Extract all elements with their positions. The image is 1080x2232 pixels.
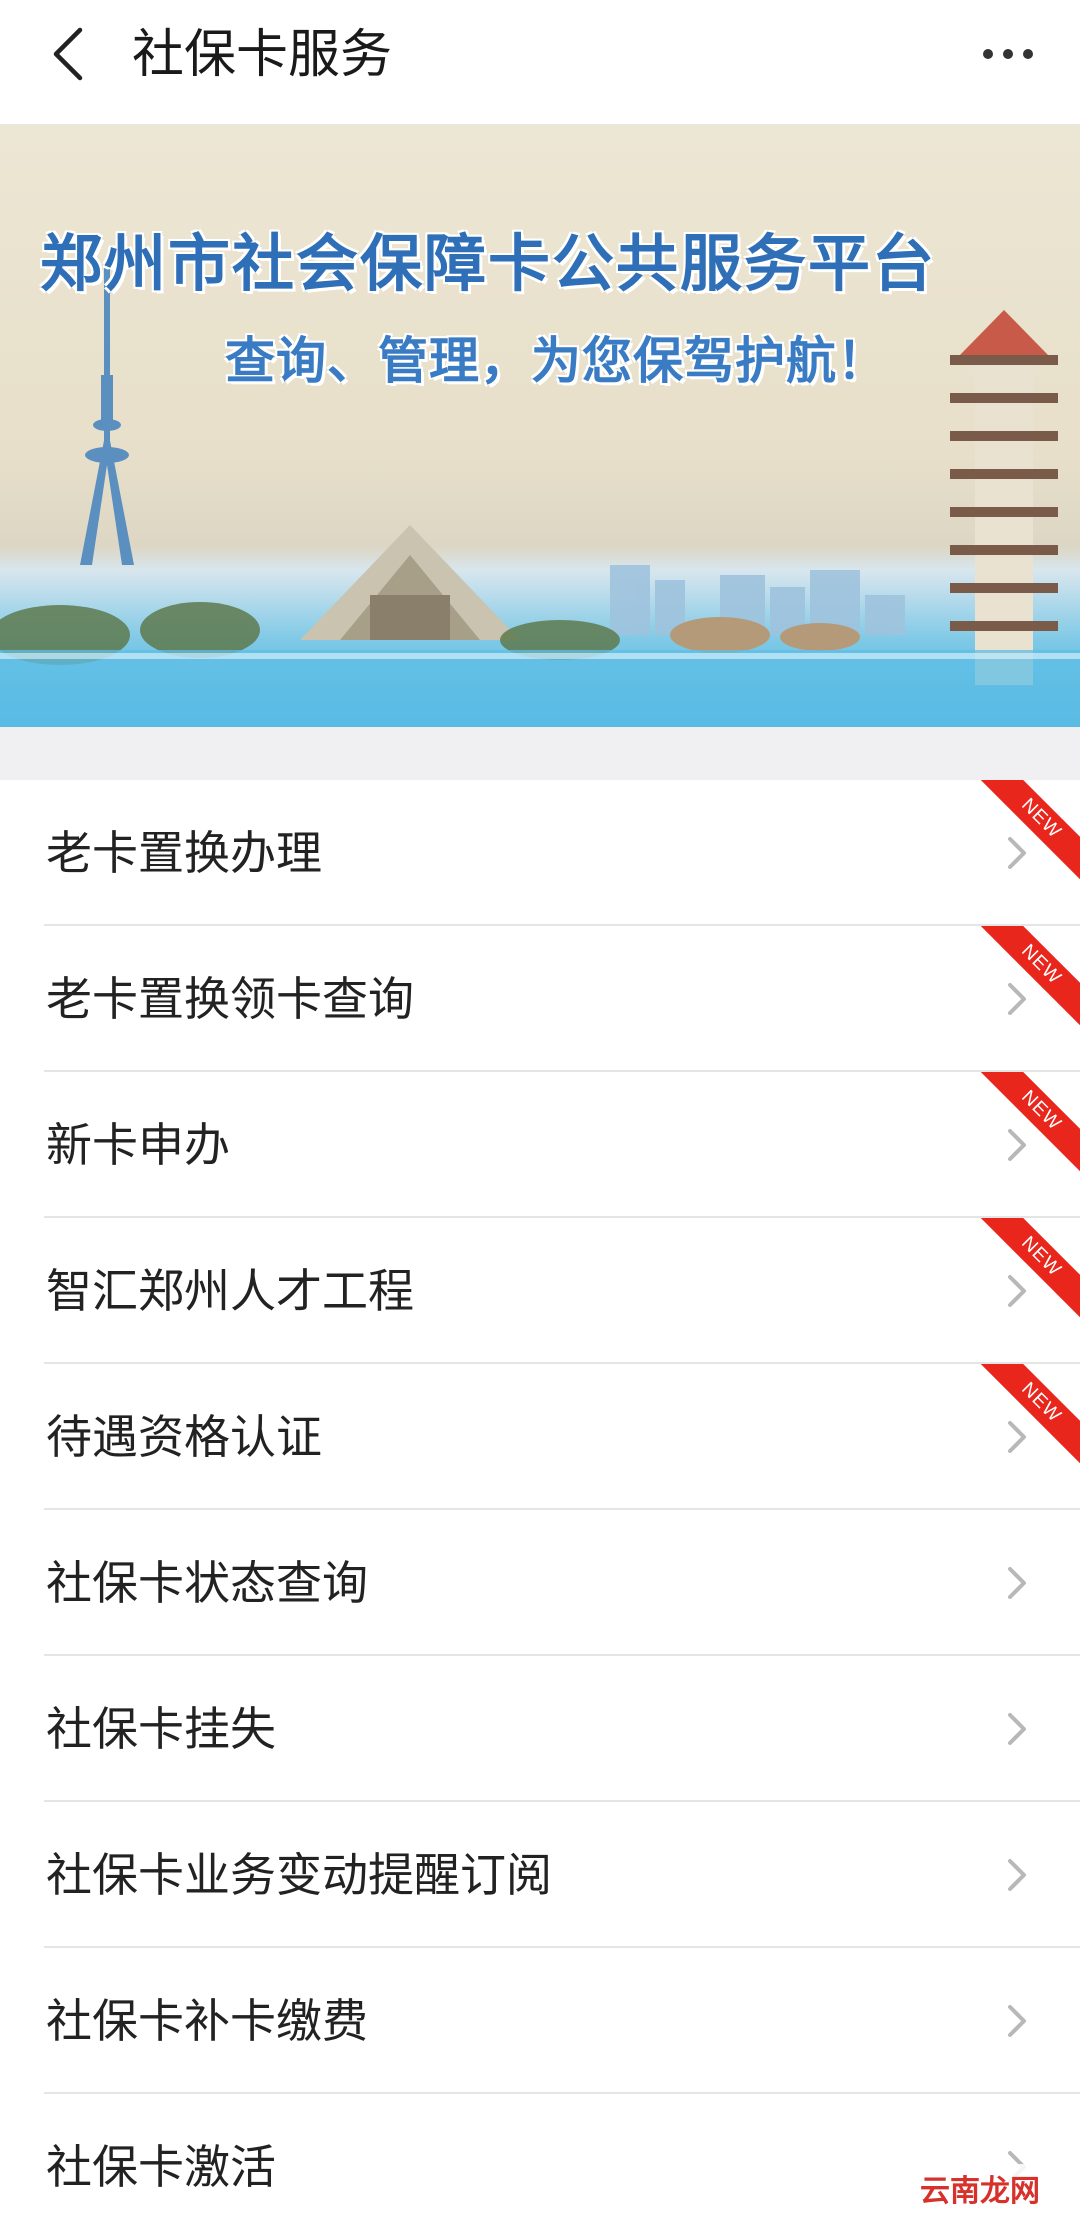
nav-bar: 社保卡服务 — [0, 0, 1080, 125]
menu-item[interactable]: 新卡申办 NEW — [0, 1072, 1080, 1218]
menu-item-label: 社保卡状态查询 — [46, 1556, 368, 1610]
menu-item-label: 社保卡补卡缴费 — [46, 1994, 368, 2048]
menu-item-label: 社保卡业务变动提醒订阅 — [46, 1848, 552, 1902]
menu-item[interactable]: 社保卡挂失 — [0, 1656, 1080, 1802]
promo-banner[interactable]: 郑州市社会保障卡公共服务平台 查询、管理，为您保驾护航！ — [0, 125, 1080, 727]
back-button[interactable] — [36, 22, 100, 86]
chevron-right-icon — [1008, 1859, 1026, 1891]
menu-item[interactable]: 智汇郑州人才工程 NEW — [0, 1218, 1080, 1364]
banner-title: 郑州市社会保障卡公共服务平台 — [40, 227, 937, 300]
chevron-right-icon — [1008, 837, 1026, 869]
menu-item-label: 智汇郑州人才工程 — [46, 1264, 414, 1318]
menu-item-label: 新卡申办 — [46, 1118, 230, 1172]
chevron-right-icon — [1008, 1567, 1026, 1599]
page-title: 社保卡服务 — [132, 25, 393, 85]
menu-item-label: 社保卡挂失 — [46, 1702, 276, 1756]
menu-item-label: 待遇资格认证 — [46, 1410, 322, 1464]
menu-item-label: 老卡置换领卡查询 — [46, 972, 414, 1026]
menu-item-label: 老卡置换办理 — [46, 826, 322, 880]
app-screen: 社保卡服务 郑州市社会保障卡公共服务平台 查询、管理，为您保驾护航！ 老卡置换办… — [0, 0, 1080, 2232]
menu-item[interactable]: 社保卡状态查询 — [0, 1510, 1080, 1656]
chevron-left-icon — [53, 27, 83, 81]
more-button[interactable] — [972, 22, 1044, 86]
menu-item[interactable]: 老卡置换办理 NEW — [0, 780, 1080, 926]
section-divider — [0, 727, 1080, 780]
chevron-right-icon — [1008, 1421, 1026, 1453]
chevron-right-icon — [1008, 1275, 1026, 1307]
menu-item[interactable]: 社保卡业务变动提醒订阅 — [0, 1802, 1080, 1948]
more-dots-icon — [983, 49, 1033, 59]
menu-item[interactable]: 待遇资格认证 NEW — [0, 1364, 1080, 1510]
chevron-right-icon — [1008, 1129, 1026, 1161]
service-menu-list: 老卡置换办理 NEW 老卡置换领卡查询 NEW 新卡申办 NEW 智汇郑州人才工程 NEW 待遇… — [0, 780, 1080, 2232]
menu-item[interactable]: 社保卡补卡缴费 — [0, 1948, 1080, 2094]
watermark-logo: 云南龙网 — [914, 2164, 1046, 2212]
chevron-right-icon — [1008, 983, 1026, 1015]
chevron-right-icon — [1008, 2005, 1026, 2037]
chevron-right-icon — [1008, 1713, 1026, 1745]
menu-item-label: 社保卡激活 — [46, 2140, 276, 2194]
menu-item[interactable]: 老卡置换领卡查询 NEW — [0, 926, 1080, 1072]
banner-subtitle: 查询、管理，为您保驾护航！ — [225, 332, 888, 390]
